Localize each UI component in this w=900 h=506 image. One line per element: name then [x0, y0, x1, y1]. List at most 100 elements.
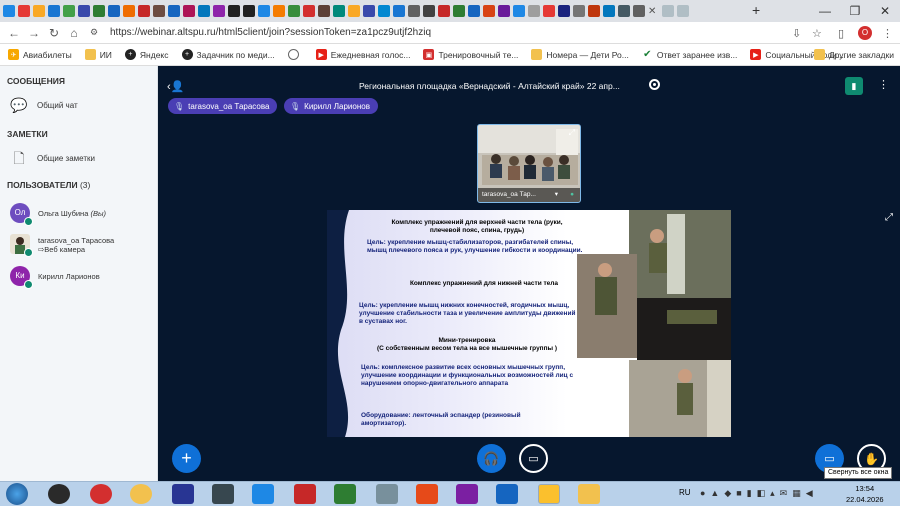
tab-favicon[interactable] — [168, 5, 180, 17]
tab-favicon[interactable] — [3, 5, 15, 17]
tab-favicon[interactable] — [153, 5, 165, 17]
record-icon[interactable] — [649, 79, 660, 90]
tab-favicon[interactable] — [483, 5, 495, 17]
tab-favicon[interactable] — [543, 5, 555, 17]
toggle-userlist-button[interactable]: ‹👤 — [167, 80, 184, 93]
tab-favicon[interactable] — [348, 5, 360, 17]
browser-menu-icon[interactable]: ⋮ — [882, 27, 893, 40]
tab-favicon[interactable] — [213, 5, 225, 17]
tab-favicon[interactable] — [33, 5, 45, 17]
taskbar-app-icon[interactable] — [212, 484, 234, 504]
tab-favicon[interactable] — [528, 5, 540, 17]
user-list-item[interactable]: Ол Ольга Шубина (Вы) — [10, 203, 106, 226]
tab-favicon[interactable] — [48, 5, 60, 17]
connection-status-button[interactable]: ▮ — [845, 77, 863, 95]
tab-favicon[interactable] — [108, 5, 120, 17]
taskbar-app-icon[interactable] — [130, 484, 152, 504]
tab-favicon[interactable] — [513, 5, 525, 17]
taskbar-app-icon[interactable] — [578, 484, 600, 504]
bookmark-item[interactable]: ▶ Ежедневная голос... — [315, 49, 410, 60]
bookmark-item[interactable]: + Задачник по меди... — [181, 49, 275, 60]
audio-headphones-button[interactable]: 🎧 — [477, 444, 506, 473]
bookmark-item[interactable]: ✔ Ответ заранее изв... — [641, 49, 737, 60]
tab-favicon[interactable] — [677, 5, 690, 17]
new-tab-button[interactable]: + — [752, 2, 760, 18]
tab-favicon[interactable] — [18, 5, 30, 17]
forward-icon[interactable]: → — [24, 26, 44, 40]
install-app-icon[interactable]: ⇩ — [792, 27, 801, 40]
home-icon[interactable]: ⌂ — [64, 26, 84, 40]
taskbar-app-icon[interactable] — [416, 484, 438, 504]
tab-favicon[interactable] — [138, 5, 150, 17]
clock[interactable]: 13:54 22.04.2026 — [846, 483, 884, 505]
taskbar-app-icon[interactable] — [252, 484, 274, 504]
fullscreen-icon[interactable]: ⤢ — [885, 212, 893, 223]
tab-favicon[interactable] — [662, 5, 675, 17]
input-language[interactable]: RU — [679, 488, 691, 497]
tab-favicon[interactable] — [453, 5, 465, 17]
bookmark-item[interactable]: ✈ Авиабилеты — [8, 49, 72, 60]
tab-favicon[interactable] — [288, 5, 300, 17]
public-chat-item[interactable]: 💬 Общий чат — [10, 97, 77, 113]
minimize-button[interactable]: — — [810, 0, 840, 22]
dropdown-icon[interactable]: ▾ — [555, 188, 558, 202]
tab-favicon[interactable] — [228, 5, 240, 17]
tab-favicon[interactable] — [438, 5, 450, 17]
taskbar-app-icon[interactable] — [90, 484, 112, 504]
bookmark-item[interactable]: + Яндекс — [124, 49, 169, 60]
tab-favicon[interactable] — [408, 5, 420, 17]
back-icon[interactable]: ← — [4, 26, 24, 40]
tab-favicon[interactable] — [423, 5, 435, 17]
tab-favicon[interactable] — [303, 5, 315, 17]
shared-notes-item[interactable]: 🗋 Общие заметки — [10, 150, 95, 166]
profile-avatar[interactable]: O — [858, 26, 872, 40]
tab-favicon[interactable] — [633, 5, 645, 17]
tab-favicon[interactable] — [573, 5, 585, 17]
start-button[interactable] — [6, 483, 28, 505]
presentation-slide[interactable]: Комплекс упражнений для верхней части те… — [327, 210, 731, 437]
webcam-video[interactable]: ⤢ tarasova_oa Тар... ▾ ● — [477, 124, 581, 203]
site-info-icon[interactable]: ⚙ — [84, 27, 104, 38]
tab-favicon[interactable] — [603, 5, 615, 17]
url-field[interactable]: https://webinar.altspu.ru/html5client/jo… — [110, 27, 431, 38]
taskbar-app-icon[interactable] — [48, 484, 70, 504]
bookmark-item[interactable] — [287, 49, 303, 60]
tab-favicon[interactable] — [333, 5, 345, 17]
maximize-button[interactable]: ❐ — [840, 0, 870, 22]
tab-favicon[interactable] — [78, 5, 90, 17]
tab-favicon[interactable] — [93, 5, 105, 17]
tab-favicon[interactable] — [558, 5, 570, 17]
taskbar-app-icon[interactable] — [334, 484, 356, 504]
tray-icons[interactable]: ●▲◆■▮◧▴✉▦◀ — [700, 488, 818, 499]
options-menu-icon[interactable]: ⋮ — [878, 78, 889, 91]
talking-indicator[interactable]: 🎙 Кирилл Ларионов — [284, 98, 378, 114]
tab-favicon[interactable] — [393, 5, 405, 17]
user-list-item[interactable]: tarasova_oa Тарасова ⇨Веб камера — [10, 234, 114, 257]
tab-favicon[interactable] — [318, 5, 330, 17]
tab-favicon[interactable] — [258, 5, 270, 17]
bookmark-item[interactable]: ▣ Тренировочный те... — [423, 49, 518, 60]
taskbar-app-icon[interactable] — [496, 484, 518, 504]
tab-favicon[interactable] — [198, 5, 210, 17]
tab-favicon[interactable] — [183, 5, 195, 17]
tab-favicon[interactable] — [63, 5, 75, 17]
taskbar-app-icon[interactable] — [294, 484, 316, 504]
tab-favicon[interactable] — [498, 5, 510, 17]
tab-favicon[interactable] — [588, 5, 600, 17]
taskbar-app-icon[interactable] — [538, 484, 560, 504]
other-bookmarks[interactable]: Другие закладки — [813, 49, 894, 60]
tab-favicon[interactable] — [468, 5, 480, 17]
bookmark-folder[interactable]: Номера — Дети Ро... — [531, 49, 629, 60]
actions-plus-button[interactable]: + — [172, 444, 201, 473]
tab-favicon[interactable] — [618, 5, 630, 17]
screen-share-button[interactable]: ▭ — [519, 444, 548, 473]
side-panel-icon[interactable]: ▯ — [838, 27, 844, 40]
user-list-item[interactable]: Ки Кирилл Ларионов — [10, 266, 100, 289]
tab-favicon[interactable] — [363, 5, 375, 17]
tab-favicon[interactable] — [123, 5, 135, 17]
taskbar-app-icon[interactable] — [456, 484, 478, 504]
taskbar-app-icon[interactable] — [172, 484, 194, 504]
bookmark-star-icon[interactable]: ☆ — [812, 27, 822, 40]
close-window-button[interactable]: ✕ — [870, 0, 900, 22]
talking-indicator[interactable]: 🎙 tarasova_oa Тарасова — [168, 98, 278, 114]
